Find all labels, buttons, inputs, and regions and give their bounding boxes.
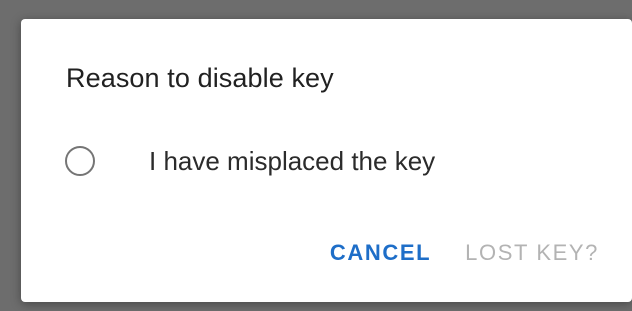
reason-option-label: I have misplaced the key bbox=[149, 145, 436, 176]
lost-key-button[interactable]: LOST KEY? bbox=[465, 239, 599, 267]
disable-key-dialog: Reason to disable key I have misplaced t… bbox=[21, 19, 632, 302]
background-fragment bbox=[5, 138, 17, 160]
dialog-actions: CANCEL LOST KEY? bbox=[330, 239, 599, 267]
background-back-arrow-fragment bbox=[5, 88, 17, 110]
background-fragment bbox=[5, 20, 17, 42]
radio-unchecked-icon[interactable] bbox=[65, 146, 95, 176]
cancel-button[interactable]: CANCEL bbox=[330, 239, 431, 267]
reason-option-misplaced[interactable]: I have misplaced the key bbox=[65, 139, 585, 183]
dialog-title: Reason to disable key bbox=[66, 63, 334, 93]
